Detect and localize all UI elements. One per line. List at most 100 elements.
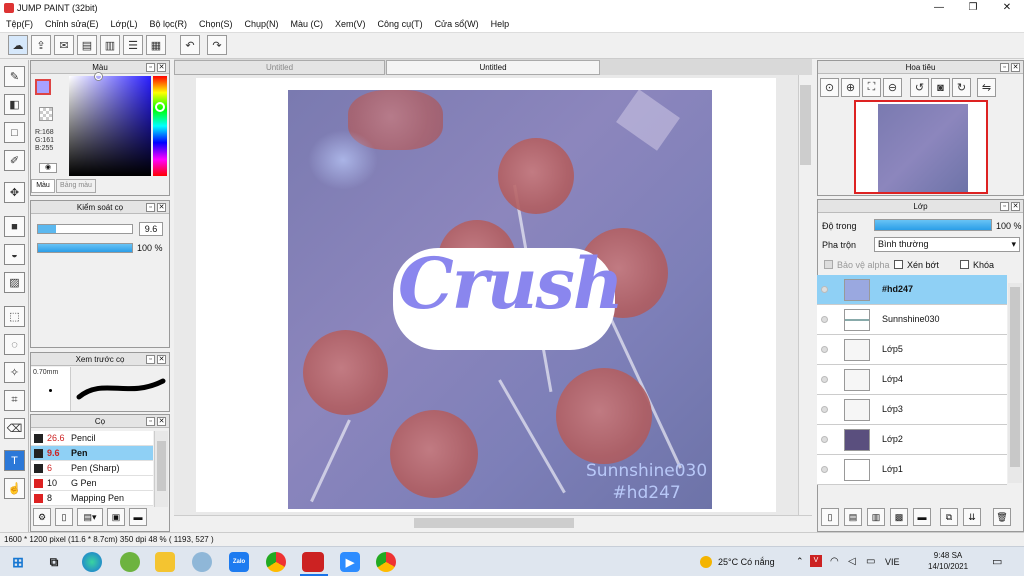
layer-item[interactable]: Lớp2 [817,425,1007,455]
chrome-icon[interactable] [376,552,396,572]
select-eraser-icon[interactable]: ⌫ [4,418,25,439]
hue-handle[interactable] [155,102,165,112]
move-tool-icon[interactable]: ✥ [4,182,25,203]
file-explorer-icon[interactable] [155,552,175,572]
brush-menu-icon[interactable]: ▤▾ [77,508,103,526]
layer-item[interactable]: Lớp4 [817,365,1007,395]
visibility-icon[interactable] [821,286,828,293]
visibility-icon[interactable] [821,406,828,413]
select-pen-icon[interactable]: ⌗ [4,390,25,411]
picker-cursor[interactable] [95,73,102,80]
redo-icon[interactable]: ↷ [207,35,227,55]
app-icon[interactable] [192,552,212,572]
brush-item[interactable]: 10 G Pen [31,476,153,491]
chevron-up-icon[interactable]: ⌃ [796,556,804,567]
clipping-checkbox[interactable] [894,260,903,269]
visibility-icon[interactable] [821,316,828,323]
layer-opacity-slider[interactable] [874,219,992,231]
visibility-icon[interactable] [821,436,828,443]
horizontal-scrollbar[interactable] [174,515,812,529]
close-icon[interactable]: ✕ [157,417,166,426]
close-icon[interactable]: ✕ [157,355,166,364]
artwork[interactable]: Crush Sunnshine030 #hd247 [288,90,712,509]
rotate-reset-icon[interactable]: ◙ [931,78,950,97]
hue-slider[interactable] [153,76,167,176]
visibility-icon[interactable] [821,346,828,353]
zoom-out-icon[interactable]: ⊖ [883,78,902,97]
tab-untitled-2[interactable]: Untitled [386,60,600,75]
brush-item[interactable]: 8 Mapping Pen [31,491,153,506]
menu-window[interactable]: Cửa sổ(W) [429,19,485,29]
close-icon[interactable]: ✕ [1011,63,1020,72]
tab-color[interactable]: Màu [31,179,55,193]
shape-tool-icon[interactable]: □ [4,122,25,143]
new-layer-icon[interactable]: ▯ [821,508,839,526]
zoom-in-icon[interactable]: ⊕ [841,78,860,97]
float-icon[interactable]: ▫ [1000,63,1009,72]
gradient-icon[interactable]: ▨ [4,272,25,293]
app-icon[interactable] [120,552,140,572]
brush-settings-icon[interactable]: ⚙ [33,508,51,526]
maximize-button[interactable]: ❐ [956,0,990,16]
rectangle-fill-icon[interactable]: ■ [4,216,25,237]
brush-copy-icon[interactable]: ▣ [107,508,125,526]
start-icon[interactable]: ⊞ [8,552,28,572]
menu-tools[interactable]: Công cụ(T) [372,19,429,29]
tab-untitled-1[interactable]: Untitled [174,60,385,75]
float-icon[interactable]: ▫ [146,203,155,212]
layer-item-selected[interactable]: #hd247 [817,275,1007,305]
tray-app-icon[interactable]: V [810,555,822,567]
clock[interactable]: 9:48 SA 14/10/2021 [928,550,968,572]
text-tool-icon[interactable]: T [4,450,25,471]
saturation-value-picker[interactable] [69,76,151,176]
chat-icon[interactable]: ✉ [54,35,74,55]
float-icon[interactable]: ▫ [146,63,155,72]
delete-layer-icon[interactable]: 🗑 [993,508,1011,526]
jump-paint-icon[interactable] [302,552,324,572]
pen-tool-icon[interactable]: ✐ [4,150,25,171]
fit-window-icon[interactable]: ⛶ [862,78,881,97]
battery-icon[interactable]: ▭ [866,556,875,567]
close-icon[interactable]: ✕ [157,203,166,212]
close-icon[interactable]: ✕ [1011,202,1020,211]
blend-mode-select[interactable]: Bình thường ▾ [874,237,1020,252]
brush-tool-icon[interactable]: ✎ [4,66,25,87]
rotate-right-icon[interactable]: ↻ [952,78,971,97]
menu-select[interactable]: Chọn(S) [193,19,239,29]
brush-size-value[interactable]: 9.6 [139,222,163,236]
brush-opacity-slider[interactable] [37,243,133,253]
layer-folder-icon[interactable]: ▬ [913,508,931,526]
wifi-icon[interactable]: ◠ [830,556,839,567]
menu-help[interactable]: Help [485,19,516,29]
close-button[interactable]: ✕ [990,0,1024,16]
layer-item[interactable]: Lớp5 [817,335,1007,365]
brush-size-slider[interactable] [37,224,133,234]
minimize-button[interactable]: — [922,0,956,16]
chrome-icon[interactable] [266,552,286,572]
task-view-icon[interactable]: ⧉ [44,552,64,572]
float-icon[interactable]: ▫ [146,355,155,364]
menu-capture[interactable]: Chụp(N) [239,19,285,29]
grid-icon[interactable]: ▦ [146,35,166,55]
bucket-fill-icon[interactable]: ◒ [4,244,25,265]
eraser-tool-icon[interactable]: ◧ [4,94,25,115]
rect-select-icon[interactable]: ⬚ [4,306,25,327]
halftone-layer-icon[interactable]: ▩ [890,508,908,526]
flip-icon[interactable]: ⇋ [977,78,996,97]
zalo-icon[interactable]: Zalo [229,552,249,572]
layer-item[interactable]: Lớp1 [817,455,1007,485]
undo-icon[interactable]: ↶ [180,35,200,55]
upload-icon[interactable]: ⇪ [31,35,51,55]
lock-checkbox[interactable] [960,260,969,269]
list-icon[interactable]: ☰ [123,35,143,55]
hand-tool-icon[interactable]: ☝ [4,478,25,499]
comment-icon[interactable]: ▤ [77,35,97,55]
alpha-protect-checkbox[interactable] [824,260,833,269]
new-brush-icon[interactable]: ▯ [55,508,73,526]
transparent-swatch[interactable] [39,107,53,121]
navigator-viewport[interactable] [854,100,988,194]
visibility-icon[interactable] [821,376,828,383]
foreground-color-swatch[interactable] [35,79,51,95]
menu-edit[interactable]: Chỉnh sửa(E) [39,19,105,29]
eyedropper-icon[interactable]: ◉ [39,163,57,173]
